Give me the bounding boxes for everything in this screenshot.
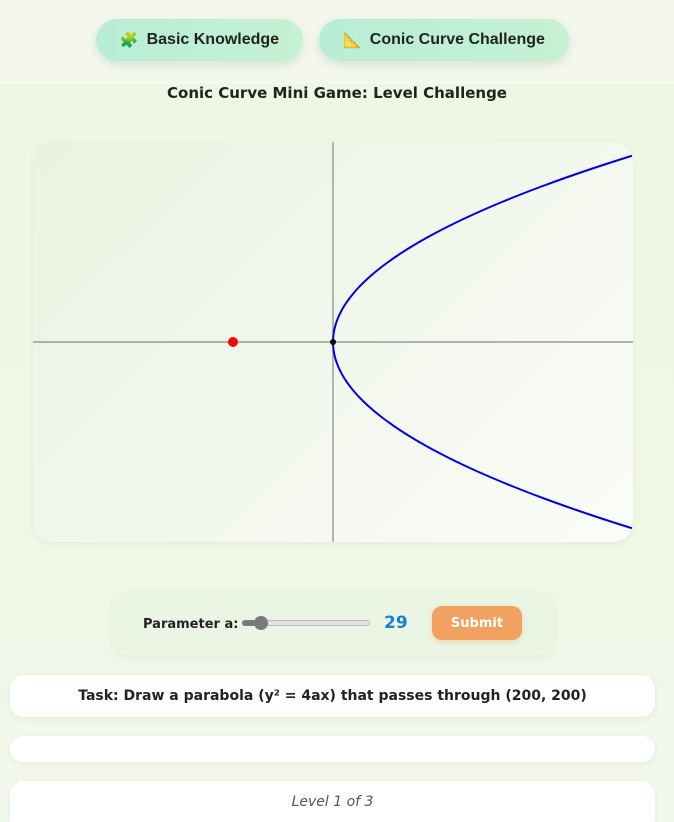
puzzle-icon: 🧩 bbox=[119, 32, 139, 49]
tab-basic-knowledge[interactable]: 🧩 Basic Knowledge bbox=[96, 19, 303, 61]
tab-label: Basic Knowledge bbox=[146, 31, 280, 48]
parameter-value: 29 bbox=[384, 613, 408, 633]
tab-conic-curve-challenge[interactable]: 📐 Conic Curve Challenge bbox=[319, 19, 569, 61]
graph-svg bbox=[33, 142, 633, 542]
graph-canvas[interactable] bbox=[33, 142, 633, 542]
triangle-ruler-icon: 📐 bbox=[343, 32, 362, 49]
tab-label: Conic Curve Challenge bbox=[369, 31, 545, 48]
parameter-slider[interactable] bbox=[242, 616, 370, 630]
slider-thumb[interactable] bbox=[253, 616, 268, 630]
submit-button[interactable]: Submit bbox=[432, 606, 522, 640]
task-text: Task: Draw a parabola (y² = 4ax) that pa… bbox=[78, 688, 587, 704]
feedback-panel bbox=[10, 736, 655, 762]
target-point bbox=[228, 337, 238, 347]
level-text: Level 1 of 3 bbox=[291, 793, 374, 810]
task-panel: Task: Draw a parabola (y² = 4ax) that pa… bbox=[10, 675, 655, 717]
level-indicator: Level 1 of 3 bbox=[10, 781, 655, 822]
page-title: Conic Curve Mini Game: Level Challenge bbox=[167, 84, 507, 102]
vertex-point bbox=[330, 339, 336, 345]
parameter-panel: Parameter a: 29 Submit bbox=[112, 592, 554, 655]
parameter-label: Parameter a: bbox=[143, 617, 239, 632]
